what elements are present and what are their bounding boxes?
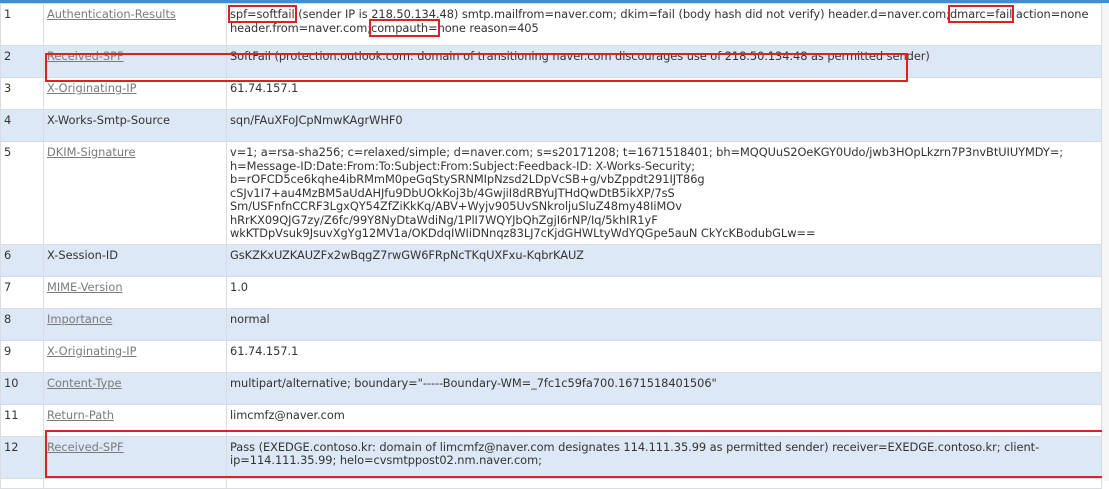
- row-number: 2: [0, 45, 44, 78]
- header-name-cell: X-Session-ID: [43, 243, 227, 277]
- row-number: 8: [0, 307, 44, 341]
- header-row: 12 Received-SPF Pass (EXEDGE.contoso.kr: d…: [0, 435, 1102, 479]
- header-name-link[interactable]: Received-SPF: [47, 49, 124, 63]
- header-value-cell: SoftFail (protection.outlook.com: domain…: [226, 45, 1102, 78]
- header-name-cell: Content-Type: [43, 371, 227, 405]
- value-segment: none reason=405: [437, 20, 539, 35]
- header-value: SoftFail (protection.outlook.com: domain…: [230, 49, 930, 63]
- header-name-cell: Return-Path: [43, 403, 227, 437]
- header-name-link[interactable]: Received-SPF: [47, 440, 124, 454]
- header-value-cell: limcmfz@naver.com: [226, 403, 1102, 437]
- header-name-cell: Importance: [43, 307, 227, 341]
- header-value-cell: [226, 477, 1102, 489]
- header-value: limcmfz@naver.com: [230, 407, 345, 422]
- row-number: 9: [0, 339, 44, 373]
- header-name-cell: Received-SPF: [43, 45, 227, 78]
- header-row: [0, 477, 1102, 489]
- header-name-cell: X-Originating-IP: [43, 77, 227, 110]
- header-row: 6 X-Session-ID GsKZKxUZKAUZFx2wBqgZ7rwGW6F…: [0, 243, 1102, 277]
- header-value-cell: multipart/alternative; boundary="-----Bo…: [226, 371, 1102, 405]
- header-name-cell: X-Works-Smtp-Source: [43, 109, 227, 142]
- header-name-link[interactable]: MIME-Version: [47, 280, 123, 294]
- header-value: normal: [230, 311, 270, 326]
- header-row: 2 Received-SPF SoftFail (protection.outloo…: [0, 45, 1102, 78]
- header-value-cell: spf=softfail (sender IP is 218.50.134.48…: [226, 3, 1102, 46]
- value-segment: (sender IP is 218.50.134.48) smtp.mailfr…: [294, 7, 950, 21]
- header-value: 1.0: [230, 279, 248, 294]
- header-name-cell: [43, 477, 227, 489]
- header-name-cell: DKIM-Signature: [43, 141, 227, 245]
- header-name-link[interactable]: X-Originating-IP: [47, 344, 137, 358]
- header-value-cell: Pass (EXEDGE.contoso.kr: domain of limcm…: [226, 435, 1102, 479]
- header-row: 4 X-Works-Smtp-Source sqn/FAuXFoJCpNmwKAgr…: [0, 109, 1102, 142]
- message-headers-table: 1 Authentication-Results spf=softfail (sen…: [0, 3, 1102, 489]
- row-number: 4: [0, 109, 44, 142]
- header-name-cell: Received-SPF: [43, 435, 227, 479]
- header-value-cell: GsKZKxUZKAUZFx2wBqgZ7rwGW6FRpNcTKqUXFxu-…: [226, 243, 1102, 277]
- header-row: 10 Content-Type multipart/alternative; bou…: [0, 371, 1102, 405]
- header-row: 3 X-Originating-IP 61.74.157.1: [0, 77, 1102, 110]
- header-value: v=1; a=rsa-sha256; c=relaxed/simple; d=n…: [230, 145, 1064, 240]
- header-name-cell: MIME-Version: [43, 275, 227, 309]
- row-number: 7: [0, 275, 44, 309]
- row-number: 10: [0, 371, 44, 405]
- highlighted-value-segment: compauth=: [369, 18, 440, 37]
- row-number: 3: [0, 77, 44, 110]
- header-name-cell: X-Originating-IP: [43, 339, 227, 373]
- row-number: [0, 477, 44, 489]
- row-number: 5: [0, 141, 44, 245]
- highlighted-value-segment: spf=softfail: [228, 5, 297, 23]
- header-row: 5 DKIM-Signature v=1; a=rsa-sha256; c=rela…: [0, 141, 1102, 245]
- highlighted-value-segment: dmarc=fail: [947, 5, 1015, 23]
- header-name-link[interactable]: Return-Path: [47, 408, 114, 422]
- header-value-cell: 61.74.157.1: [226, 339, 1102, 373]
- header-row: 1 Authentication-Results spf=softfail (sen…: [0, 3, 1102, 46]
- header-value-cell: normal: [226, 307, 1102, 341]
- row-number: 1: [0, 3, 44, 46]
- header-row: 7 MIME-Version 1.0: [0, 275, 1102, 309]
- header-value: 61.74.157.1: [230, 81, 299, 95]
- header-value-cell: sqn/FAuXFoJCpNmwKAgrWHF0: [226, 109, 1102, 142]
- row-number: 12: [0, 435, 44, 479]
- row-number: 6: [0, 243, 44, 277]
- header-value: sqn/FAuXFoJCpNmwKAgrWHF0: [230, 113, 403, 127]
- row-number: 11: [0, 403, 44, 437]
- header-value: GsKZKxUZKAUZFx2wBqgZ7rwGW6FRpNcTKqUXFxu-…: [230, 247, 584, 262]
- header-name: X-Works-Smtp-Source: [47, 113, 171, 127]
- header-value: multipart/alternative; boundary="-----Bo…: [230, 375, 717, 390]
- header-name-link[interactable]: DKIM-Signature: [47, 145, 136, 159]
- header-name-link[interactable]: Importance: [47, 312, 112, 326]
- header-value-cell: 61.74.157.1: [226, 77, 1102, 110]
- header-name-cell: Authentication-Results: [43, 3, 227, 46]
- header-name-link[interactable]: X-Originating-IP: [47, 81, 137, 95]
- header-value-cell: 1.0: [226, 275, 1102, 309]
- header-row: 11 Return-Path limcmfz@naver.com: [0, 403, 1102, 437]
- header-name-link[interactable]: Authentication-Results: [47, 7, 176, 21]
- header-value: Pass (EXEDGE.contoso.kr: domain of limcm…: [230, 439, 1040, 467]
- header-name: X-Session-ID: [47, 247, 119, 262]
- header-row: 8 Importance normal: [0, 307, 1102, 341]
- vertical-scrollbar[interactable]: [1102, 3, 1109, 481]
- header-value: 61.74.157.1: [230, 343, 299, 358]
- header-value-cell: v=1; a=rsa-sha256; c=relaxed/simple; d=n…: [226, 141, 1102, 245]
- header-row: 9 X-Originating-IP 61.74.157.1: [0, 339, 1102, 373]
- header-name-link[interactable]: Content-Type: [47, 376, 122, 390]
